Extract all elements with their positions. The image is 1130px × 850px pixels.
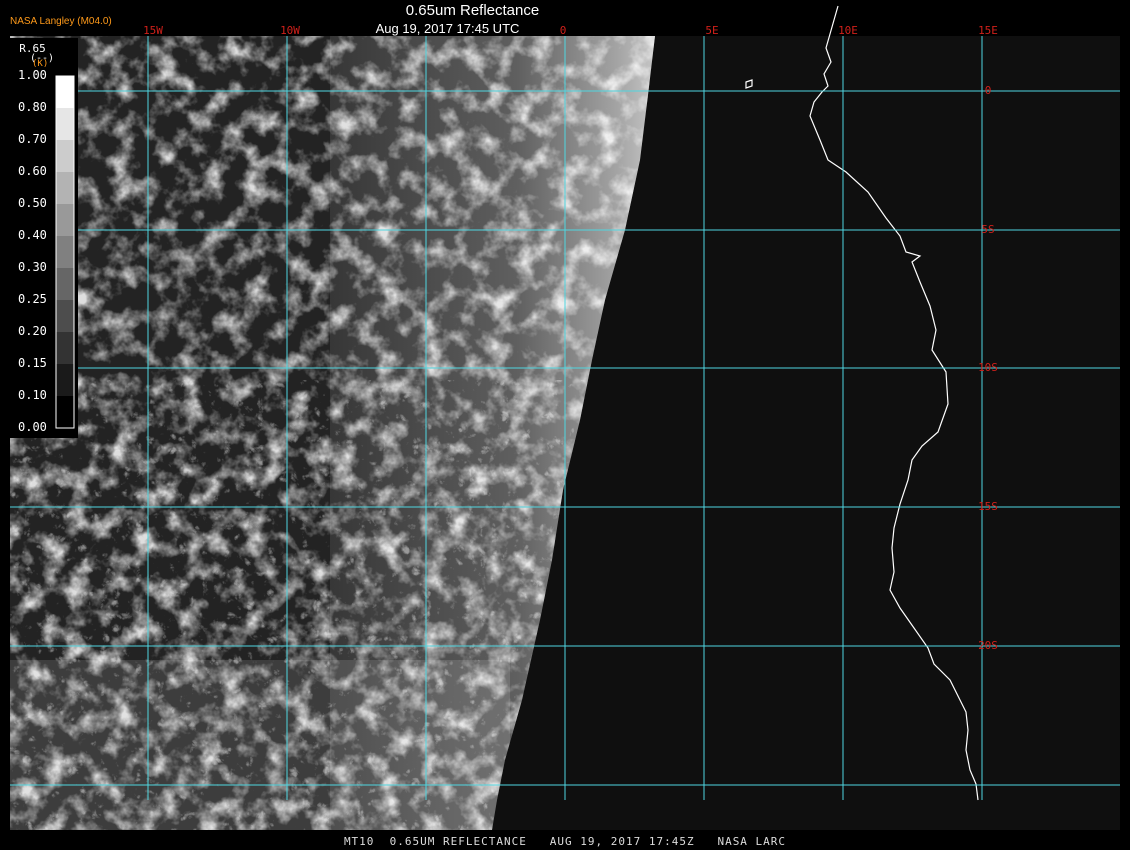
colorbar-tick-label: 0.30 <box>18 260 47 274</box>
colorbar-step <box>56 332 74 365</box>
colorbar-step <box>56 76 74 109</box>
colorbar-tick-label: 0.25 <box>18 292 47 306</box>
colorbar-tick-label: 1.00 <box>18 68 47 82</box>
colorbar-step <box>56 140 74 173</box>
colorbar-legend: R.65 (--) (K) 1.00 0.80 0.70 0.60 0.50 0.40 0.… <box>10 38 78 438</box>
latitude-label: 5S <box>981 223 994 236</box>
colorbar-tick-label: 0.20 <box>18 324 47 338</box>
latitude-label: 15S <box>978 500 998 513</box>
latitude-label: 10S <box>978 361 998 374</box>
colorbar-tick-label: 0.80 <box>18 100 47 114</box>
colorbar-step <box>56 364 74 397</box>
colorbar-step <box>56 268 74 301</box>
footer-caption: MT10 0.65UM REFLECTANCE AUG 19, 2017 17:… <box>343 835 787 848</box>
colorbar-tick-label: 0.00 <box>18 420 47 434</box>
satellite-map: 15W 10W 0 5E 10E 15E05S10S15S20S <box>0 0 1130 850</box>
longitude-label: 15E <box>978 24 998 37</box>
satellite-image-viewer: 15W 10W 0 5E 10E 15E 0 5S 10S 15S 20S NASA Langley… <box>0 0 1130 850</box>
colorbar-step <box>56 236 74 269</box>
colorbar-tick-label: 0.40 <box>18 228 47 242</box>
latitude-label: 20S <box>978 639 998 652</box>
image-title: 0.65um Reflectance <box>405 2 540 19</box>
colorbar-tick-label: 0.10 <box>18 388 47 402</box>
colorbar-tick-label: 0.15 <box>18 356 47 370</box>
image-datetime: Aug 19, 2017 17:45 UTC <box>375 21 520 36</box>
latitude-label: 0 <box>985 84 992 97</box>
colorbar-tick-label: 0.60 <box>18 164 47 178</box>
colorbar-step <box>56 108 74 141</box>
colorbar-step <box>56 396 74 429</box>
colorbar-step <box>56 300 74 333</box>
colorbar-step <box>56 172 74 205</box>
colorbar-tick-label: 0.50 <box>18 196 47 210</box>
colorbar-tick-label: 0.70 <box>18 132 47 146</box>
colorbar-step <box>56 204 74 237</box>
